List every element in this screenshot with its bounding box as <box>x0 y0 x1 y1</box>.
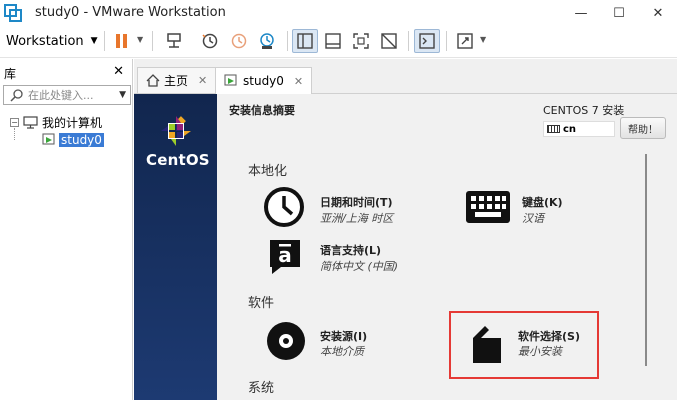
close-button[interactable]: ✕ <box>639 0 677 26</box>
spoke-title: 语言支持(L) <box>320 244 382 257</box>
spoke-title: 安装源(I) <box>320 330 368 343</box>
help-button[interactable]: 帮助！ <box>620 117 666 139</box>
vmware-app-icon <box>4 4 22 22</box>
spoke-language[interactable]: a 语言支持(L) 简体中文 (中国) <box>267 236 447 276</box>
toolbar-separator <box>287 31 288 51</box>
keyboard-layout-indicator[interactable]: cn <box>543 121 615 137</box>
svg-text:a: a <box>278 243 292 267</box>
window-title: study0 - VMware Workstation <box>35 5 226 20</box>
centos-logo-icon <box>161 116 191 146</box>
fullscreen-icon <box>353 33 369 49</box>
chevron-down-icon[interactable]: ▼ <box>137 35 143 44</box>
home-icon <box>146 74 160 87</box>
computer-icon <box>23 115 38 129</box>
library-layout-icon <box>297 33 313 49</box>
keyboard-small-icon <box>547 125 560 133</box>
workstation-menu-label: Workstation <box>6 33 84 49</box>
library-header: 库 ✕ <box>0 59 132 85</box>
snapshot-clock-icon <box>202 33 218 49</box>
console-view-button[interactable] <box>414 29 440 53</box>
revert-snapshot-icon <box>231 33 247 49</box>
toolbar: Workstation ▼ ▼ ▼ <box>0 26 677 58</box>
toolbar-separator <box>104 31 105 51</box>
page-title: 安装信息摘要 <box>229 104 295 117</box>
chevron-down-icon: ▼ <box>90 36 98 46</box>
library-title: 库 <box>4 67 17 81</box>
installer-sidebar: CentOS <box>134 94 217 400</box>
section-system: 系统 <box>248 381 275 396</box>
library-tree: − 我的计算机 study0 <box>0 113 133 149</box>
maximize-button[interactable]: ☐ <box>600 0 638 26</box>
tab-label: study0 <box>243 74 284 88</box>
toolbar-separator <box>408 31 409 51</box>
vm-running-icon <box>42 133 55 145</box>
workstation-menu[interactable]: Workstation ▼ <box>0 26 104 56</box>
tree-item-my-computer[interactable]: − 我的计算机 <box>0 113 133 140</box>
tab-close-icon[interactable]: ✕ <box>198 74 207 87</box>
search-icon <box>10 89 23 102</box>
section-localization: 本地化 <box>248 164 288 179</box>
pause-icon <box>116 34 127 48</box>
collapse-toggle[interactable]: − <box>10 117 19 127</box>
tab-study0[interactable]: study0 ✕ <box>215 67 313 94</box>
show-library-button[interactable] <box>292 29 318 53</box>
vm-console[interactable]: CentOS 安装信息摘要 CENTOS 7 安装 cn 帮助！ 本地化 软件 … <box>134 94 677 400</box>
snapshot-manager-button[interactable] <box>254 29 280 53</box>
stretch-view-button[interactable] <box>452 29 478 53</box>
spoke-status: 本地介质 <box>320 345 364 358</box>
keyboard-icon <box>466 191 510 223</box>
tab-home[interactable]: 主页 ✕ <box>137 67 217 93</box>
toolbar-separator <box>446 31 447 51</box>
clock-icon <box>264 187 304 227</box>
library-panel: 库 ✕ 在此处键入... ▼ − 我的计算机 study0 <box>0 59 133 400</box>
search-placeholder: 在此处键入... <box>28 89 94 102</box>
disc-icon <box>267 322 305 360</box>
scrollbar[interactable] <box>645 154 647 366</box>
spoke-title: 键盘(K) <box>522 196 563 209</box>
chevron-down-icon[interactable]: ▼ <box>480 35 486 44</box>
spoke-status: 亚洲/上海 时区 <box>320 212 394 225</box>
tree-item-label: study0 <box>59 133 104 147</box>
installation-summary: 安装信息摘要 CENTOS 7 安装 cn 帮助！ 本地化 软件 系统 日期和时… <box>217 94 677 400</box>
tab-close-icon[interactable]: ✕ <box>294 75 303 88</box>
minimize-button[interactable]: — <box>562 0 600 26</box>
tree-item-label: 我的计算机 <box>42 115 103 130</box>
library-close-button[interactable]: ✕ <box>113 64 124 79</box>
keyboard-layout-value: cn <box>563 123 577 135</box>
chevron-down-icon[interactable]: ▼ <box>119 90 126 100</box>
thumbnail-bar-button[interactable] <box>320 29 346 53</box>
send-ctrl-alt-del-button[interactable] <box>161 29 187 53</box>
highlight-box <box>449 311 599 379</box>
suspend-button[interactable] <box>109 29 135 53</box>
stretch-icon <box>457 33 473 49</box>
spoke-title: 日期和时间(T) <box>320 196 393 209</box>
vm-icon <box>224 74 237 86</box>
title-bar: study0 - VMware Workstation — ☐ ✕ <box>0 0 677 26</box>
network-icon <box>167 33 181 48</box>
spoke-status: 汉语 <box>522 212 544 225</box>
thumbnail-layout-icon <box>325 33 341 49</box>
centos-brand: CentOS <box>146 151 210 169</box>
spoke-datetime[interactable]: 日期和时间(T) 亚洲/上海 时区 <box>263 186 443 227</box>
section-software: 软件 <box>248 296 275 311</box>
spoke-installation-source[interactable]: 安装源(I) 本地介质 <box>266 321 446 361</box>
revert-snapshot-button[interactable] <box>226 29 252 53</box>
snapshot-manager-icon <box>260 33 274 49</box>
tab-label: 主页 <box>164 74 189 88</box>
spoke-keyboard[interactable]: 键盘(K) 汉语 <box>465 190 645 226</box>
toolbar-separator <box>152 31 153 51</box>
spoke-status: 简体中文 (中国) <box>320 260 399 273</box>
tab-bar: 主页 ✕ study0 ✕ <box>134 59 677 94</box>
console-icon <box>419 33 435 49</box>
library-search-input[interactable]: 在此处键入... ▼ <box>3 85 131 105</box>
installer-version: CENTOS 7 安装 <box>543 104 625 117</box>
language-icon: a <box>270 240 300 274</box>
unity-button[interactable] <box>376 29 402 53</box>
unity-disabled-icon <box>381 33 397 49</box>
full-screen-button[interactable] <box>348 29 374 53</box>
tree-item-study0[interactable]: study0 <box>0 131 133 149</box>
take-snapshot-button[interactable] <box>197 29 223 53</box>
